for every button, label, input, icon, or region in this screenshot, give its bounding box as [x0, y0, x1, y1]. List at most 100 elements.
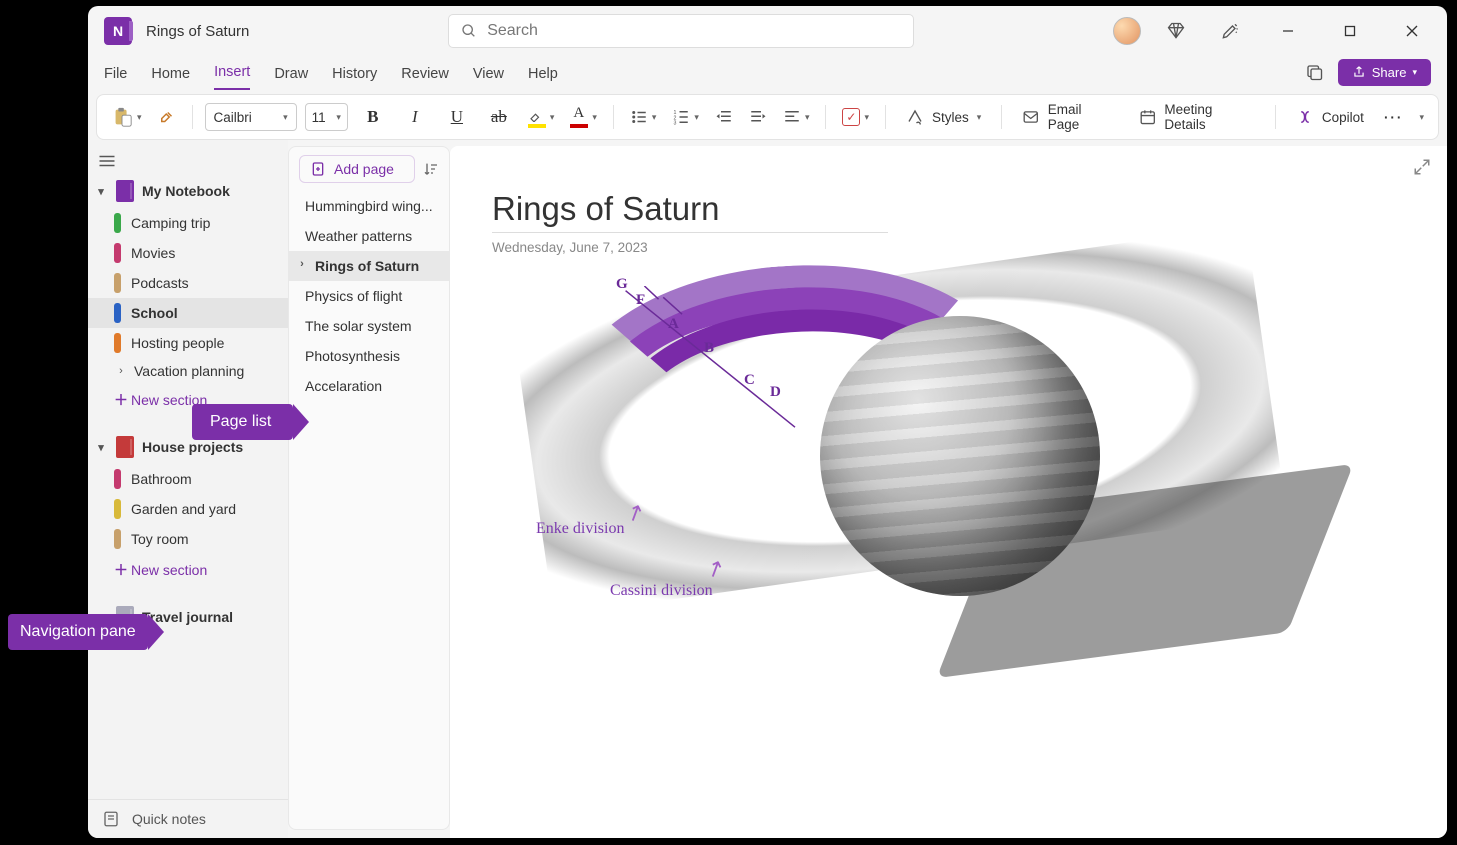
expand-icon[interactable] — [1413, 158, 1431, 176]
share-button[interactable]: Share ▾ — [1338, 59, 1431, 86]
paste-button[interactable]: ▾ — [107, 102, 146, 132]
menu-bar: File Home Insert Draw History Review Vie… — [88, 56, 1447, 90]
page-item[interactable]: The solar system — [289, 311, 449, 341]
ribbon-expand-button[interactable]: ▾ — [1415, 102, 1428, 132]
align-button[interactable]: ▾ — [779, 102, 814, 132]
section-item[interactable]: Movies — [88, 238, 288, 268]
menu-home[interactable]: Home — [151, 66, 190, 90]
numbering-button[interactable]: 123 ▾ — [668, 102, 703, 132]
close-button[interactable] — [1389, 12, 1435, 50]
highlight-button[interactable]: ▾ — [524, 102, 559, 132]
ring-label: F — [636, 292, 645, 309]
minimize-button[interactable] — [1265, 12, 1311, 50]
search-placeholder: Search — [487, 22, 538, 40]
section-item[interactable]: Camping trip — [88, 208, 288, 238]
notebook-icon — [116, 436, 134, 458]
indent-button[interactable] — [745, 102, 771, 132]
search-icon — [461, 23, 477, 39]
section-item[interactable]: Hosting people — [88, 328, 288, 358]
share-icon — [1352, 65, 1366, 79]
note-icon — [102, 810, 120, 828]
menu-view[interactable]: View — [473, 66, 504, 90]
ring-label: A — [668, 316, 679, 333]
ring-label: C — [744, 372, 755, 389]
app-window: N Rings of Saturn Search File Home Inser… — [88, 6, 1447, 838]
callout-pagelist: Page list — [192, 404, 293, 440]
ribbon: ▾ Cailbri▾ 11▾ B I U ab ▾ A ▾ ▾ 123 — [96, 94, 1439, 140]
underline-button[interactable]: U — [440, 102, 474, 132]
font-color-button[interactable]: A ▾ — [566, 102, 601, 132]
new-section-button[interactable]: ＋New section — [88, 554, 288, 586]
sparkle-pen-icon[interactable] — [1211, 12, 1249, 50]
quick-notes-button[interactable]: Quick notes — [88, 799, 288, 838]
italic-button[interactable]: I — [398, 102, 432, 132]
planet-sphere — [820, 316, 1100, 596]
notebook-header[interactable]: ▾ My Notebook — [88, 174, 288, 208]
sort-button[interactable] — [423, 161, 439, 177]
todo-tag-button[interactable]: ✓ ▾ — [838, 102, 873, 132]
premium-diamond-icon[interactable] — [1157, 12, 1195, 50]
section-item[interactable]: Garden and yard — [88, 494, 288, 524]
chevron-right-icon: › — [114, 365, 128, 377]
font-name-select[interactable]: Cailbri▾ — [205, 103, 297, 131]
callout-navpane: Navigation pane — [8, 614, 148, 650]
title-bar: N Rings of Saturn Search — [88, 6, 1447, 56]
note-canvas[interactable]: Rings of Saturn Wednesday, June 7, 2023 … — [450, 146, 1447, 838]
page-item-selected[interactable]: ›Rings of Saturn — [289, 251, 449, 281]
label-lines — [600, 286, 830, 446]
strikethrough-button[interactable]: ab — [482, 102, 516, 132]
navigation-pane: ▾ My Notebook Camping trip Movies Podcas… — [88, 140, 288, 838]
menu-file[interactable]: File — [104, 66, 127, 90]
styles-button[interactable]: Styles ▾ — [898, 102, 989, 132]
menu-insert[interactable]: Insert — [214, 64, 250, 90]
avatar[interactable] — [1113, 17, 1141, 45]
search-box[interactable]: Search — [448, 14, 914, 48]
page-item[interactable]: Hummingbird wing... — [289, 191, 449, 221]
page-item[interactable]: Weather patterns — [289, 221, 449, 251]
bullets-button[interactable]: ▾ — [626, 102, 661, 132]
meeting-details-button[interactable]: Meeting Details — [1131, 102, 1263, 132]
annotation: Cassini division — [610, 582, 713, 600]
annotation: Enke division — [536, 520, 624, 538]
menu-history[interactable]: History — [332, 66, 377, 90]
format-painter-button[interactable] — [154, 102, 180, 132]
sort-icon — [423, 161, 439, 177]
plus-icon: ＋ — [114, 560, 121, 580]
page-item[interactable]: Physics of flight — [289, 281, 449, 311]
mail-icon — [1022, 108, 1040, 126]
menu-review[interactable]: Review — [401, 66, 449, 90]
onenote-logo-icon: N — [104, 17, 132, 45]
add-page-button[interactable]: Add page — [299, 155, 415, 183]
page-title[interactable]: Rings of Saturn — [492, 190, 719, 228]
chevron-right-icon: › — [295, 258, 309, 274]
page-item[interactable]: Photosynthesis — [289, 341, 449, 371]
outdent-button[interactable] — [711, 102, 737, 132]
font-size-select[interactable]: 11▾ — [305, 103, 348, 131]
hamburger-icon[interactable] — [88, 146, 288, 174]
section-item[interactable]: Podcasts — [88, 268, 288, 298]
page-list: Add page Hummingbird wing... Weather pat… — [288, 146, 450, 830]
notebook-icon — [116, 180, 134, 202]
section-item[interactable]: Toy room — [88, 524, 288, 554]
styles-icon — [906, 108, 924, 126]
maximize-button[interactable] — [1327, 12, 1373, 50]
open-in-window-icon[interactable] — [1300, 58, 1328, 86]
email-page-button[interactable]: Email Page — [1014, 102, 1123, 132]
page-item[interactable]: Accelaration — [289, 371, 449, 401]
ring-label: G — [616, 276, 628, 293]
window-title: Rings of Saturn — [146, 23, 249, 40]
section-item[interactable]: Bathroom — [88, 464, 288, 494]
menu-help[interactable]: Help — [528, 66, 558, 90]
copilot-button[interactable]: Copilot — [1288, 102, 1372, 132]
bold-button[interactable]: B — [356, 102, 390, 132]
notebook: ▾ My Notebook Camping trip Movies Podcas… — [88, 174, 288, 416]
body: ▾ My Notebook Camping trip Movies Podcas… — [88, 140, 1447, 838]
title-underline — [492, 232, 888, 233]
notebook: ▾ House projects Bathroom Garden and yar… — [88, 430, 288, 586]
more-button[interactable]: ··· — [1380, 102, 1408, 132]
checkbox-icon: ✓ — [842, 108, 860, 126]
section-group[interactable]: ›Vacation planning — [88, 358, 288, 384]
menu-draw[interactable]: Draw — [274, 66, 308, 90]
page-date: Wednesday, June 7, 2023 — [492, 240, 648, 255]
section-item-selected[interactable]: School — [88, 298, 288, 328]
